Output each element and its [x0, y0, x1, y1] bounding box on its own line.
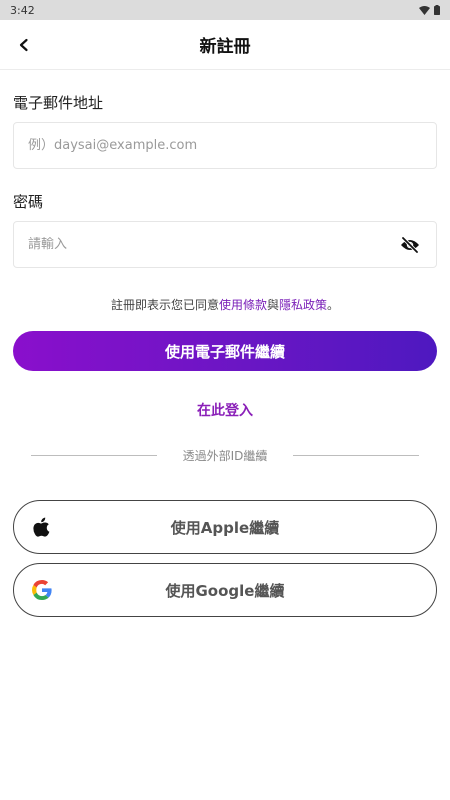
email-label: 電子郵件地址	[13, 94, 104, 112]
page-title: 新註冊	[199, 37, 251, 57]
privacy-policy-link[interactable]: 隱私政策	[279, 298, 327, 312]
password-label: 密碼	[13, 193, 44, 211]
eye-off-icon	[401, 236, 419, 253]
terms-suffix: 。	[327, 298, 340, 312]
terms-prefix: 註冊即表示您已同意	[110, 298, 219, 312]
terms-of-use-link[interactable]: 使用條款	[219, 298, 267, 312]
google-logo-icon	[30, 578, 54, 602]
continue-with-apple-label: 使用Apple繼續	[170, 518, 280, 537]
continue-with-google-button[interactable]: 使用Google繼續	[13, 563, 437, 617]
password-field[interactable]	[28, 237, 398, 252]
continue-with-email-label: 使用電子郵件繼續	[164, 342, 285, 361]
email-field-container	[13, 122, 437, 169]
email-field[interactable]	[28, 138, 422, 153]
status-bar: 3:42	[0, 0, 450, 20]
password-field-container	[13, 221, 437, 268]
divider-line-right	[293, 455, 419, 456]
chevron-left-icon	[19, 38, 28, 52]
continue-with-email-button[interactable]: 使用電子郵件繼續	[13, 331, 437, 371]
status-icons	[419, 5, 440, 15]
external-id-divider: 透過外部ID繼續	[13, 447, 437, 464]
apple-logo-icon	[30, 515, 54, 539]
terms-notice: 註冊即表示您已同意使用條款與隱私政策。	[13, 296, 437, 313]
login-link[interactable]: 在此登入	[13, 400, 437, 420]
back-button[interactable]	[8, 29, 40, 61]
battery-icon	[434, 5, 440, 15]
toggle-password-visibility-button[interactable]	[398, 233, 422, 257]
wifi-icon	[419, 5, 430, 15]
status-time: 3:42	[10, 3, 35, 17]
divider-line-left	[31, 455, 157, 456]
divider-text: 透過外部ID繼續	[182, 449, 268, 463]
signup-form: 電子郵件地址 密碼 註冊即表示您已同意使用條款與隱私政策。 使用電子郵件繼續 在…	[0, 92, 450, 617]
continue-with-google-label: 使用Google繼續	[165, 581, 285, 600]
terms-middle: 與	[266, 298, 279, 312]
app-bar: 新註冊	[0, 20, 450, 70]
continue-with-apple-button[interactable]: 使用Apple繼續	[13, 500, 437, 554]
